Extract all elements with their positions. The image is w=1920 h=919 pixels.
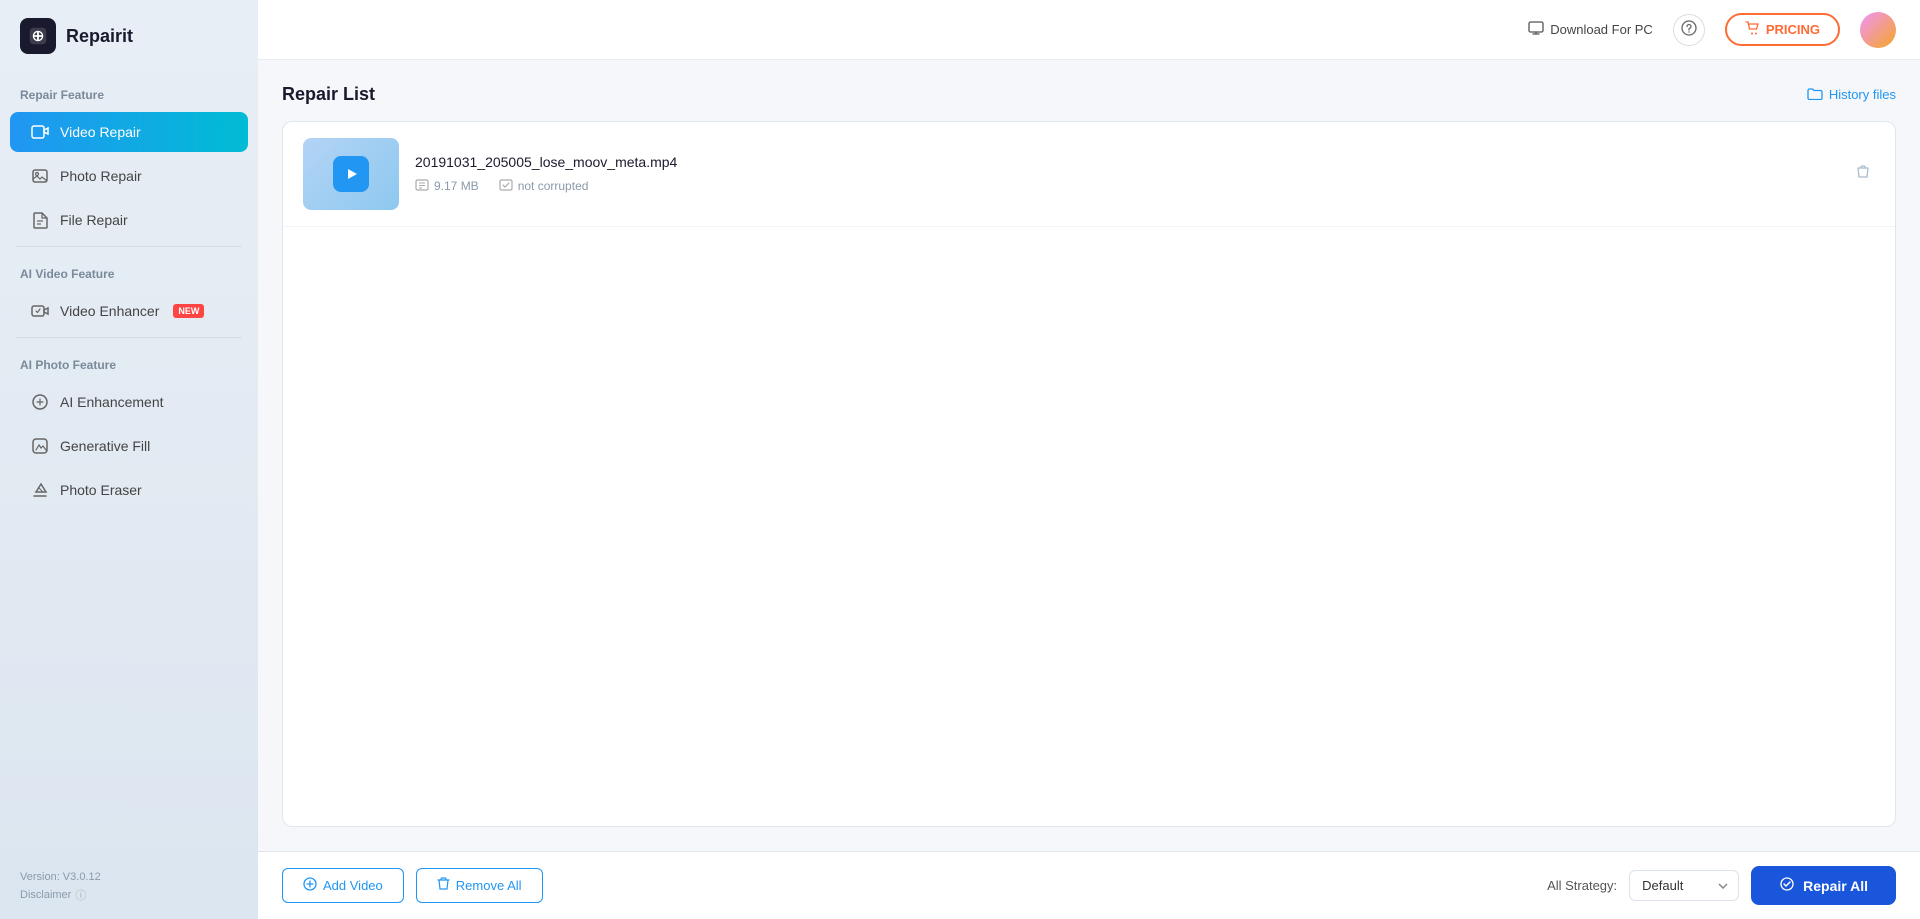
main-content: Download For PC PRICING [258, 0, 1920, 919]
ai-enhancement-icon [30, 392, 50, 412]
ai-photo-feature-section-title: AI Photo Feature [0, 342, 258, 380]
download-btn-label: Download For PC [1550, 22, 1653, 37]
footer-bar: Add Video Remove All All Strategy: Defau… [258, 851, 1920, 919]
file-status: not corrupted [518, 179, 589, 193]
sidebar-item-generative-fill[interactable]: Generative Fill [10, 426, 248, 466]
history-files-label: History files [1829, 87, 1896, 102]
file-list: 20191031_205005_lose_moov_meta.mp4 [282, 121, 1896, 827]
footer-right: All Strategy: Default Advanced Repair Al… [1547, 866, 1896, 905]
help-button[interactable] [1673, 14, 1705, 46]
file-repair-icon [30, 210, 50, 230]
version-text: Version: V3.0.12 [20, 871, 238, 883]
video-repair-icon [30, 122, 50, 142]
file-name: 20191031_205005_lose_moov_meta.mp4 [415, 154, 1835, 170]
file-repair-label: File Repair [60, 212, 128, 228]
sidebar-item-photo-repair[interactable]: Photo Repair [10, 156, 248, 196]
repair-feature-section-title: Repair Feature [0, 72, 258, 110]
header: Download For PC PRICING [258, 0, 1920, 60]
video-repair-label: Video Repair [60, 124, 141, 140]
photo-repair-icon [30, 166, 50, 186]
file-meta: 9.17 MB not corrupted [415, 178, 1835, 195]
sidebar-bottom: Version: V3.0.12 Disclaimer ⓘ [0, 855, 258, 919]
delete-file-button[interactable] [1851, 160, 1875, 189]
strategy-label: All Strategy: [1547, 878, 1617, 893]
app-name: Repairit [66, 26, 133, 47]
ai-video-feature-section-title: AI Video Feature [0, 251, 258, 289]
logo-icon [20, 18, 56, 54]
pricing-btn-label: PRICING [1766, 22, 1820, 37]
disclaimer-link[interactable]: Disclaimer [20, 889, 71, 901]
file-info: 20191031_205005_lose_moov_meta.mp4 [415, 154, 1835, 195]
logo-area: Repairit [0, 0, 258, 72]
repair-all-label: Repair All [1803, 878, 1868, 894]
video-enhancer-icon [30, 301, 50, 321]
download-for-pc-button[interactable]: Download For PC [1528, 21, 1653, 38]
add-video-label: Add Video [323, 878, 383, 893]
pricing-button[interactable]: PRICING [1725, 13, 1840, 46]
photo-eraser-icon [30, 480, 50, 500]
content-area: Repair List History files [258, 60, 1920, 851]
file-status-item: not corrupted [499, 178, 589, 195]
repair-list-title: Repair List [282, 84, 375, 105]
monitor-icon [1528, 21, 1544, 38]
sidebar-item-photo-eraser[interactable]: Photo Eraser [10, 470, 248, 510]
file-size-item: 9.17 MB [415, 178, 479, 195]
repair-list-header: Repair List History files [282, 84, 1896, 105]
generative-fill-label: Generative Fill [60, 438, 150, 454]
help-icon [1681, 20, 1697, 39]
table-row: 20191031_205005_lose_moov_meta.mp4 [283, 122, 1895, 227]
remove-all-button[interactable]: Remove All [416, 868, 543, 903]
repair-icon [1779, 876, 1795, 895]
disclaimer-info-icon: ⓘ [75, 887, 86, 903]
file-size: 9.17 MB [434, 179, 479, 193]
add-icon [303, 877, 317, 894]
video-enhancer-label: Video Enhancer [60, 303, 159, 319]
user-avatar[interactable] [1860, 12, 1896, 48]
folder-icon [1807, 87, 1823, 103]
sidebar-item-file-repair[interactable]: File Repair [10, 200, 248, 240]
play-button[interactable] [333, 156, 369, 192]
file-thumbnail [303, 138, 399, 210]
generative-fill-icon [30, 436, 50, 456]
footer-left: Add Video Remove All [282, 868, 543, 903]
sidebar-item-video-enhancer[interactable]: Video Enhancer NEW [10, 291, 248, 331]
photo-repair-label: Photo Repair [60, 168, 142, 184]
repair-all-button[interactable]: Repair All [1751, 866, 1896, 905]
trash-icon [437, 877, 450, 894]
remove-all-label: Remove All [456, 878, 522, 893]
history-files-button[interactable]: History files [1807, 87, 1896, 103]
ai-enhancement-label: AI Enhancement [60, 394, 164, 410]
size-icon [415, 178, 429, 195]
cart-icon [1745, 21, 1760, 38]
sidebar-item-ai-enhancement[interactable]: AI Enhancement [10, 382, 248, 422]
add-video-button[interactable]: Add Video [282, 868, 404, 903]
photo-eraser-label: Photo Eraser [60, 482, 142, 498]
sidebar-item-video-repair[interactable]: Video Repair [10, 112, 248, 152]
strategy-select[interactable]: Default Advanced [1629, 870, 1739, 901]
sidebar: Repairit Repair Feature Video Repair Pho… [0, 0, 258, 919]
new-badge: NEW [173, 304, 204, 318]
status-icon [499, 178, 513, 195]
